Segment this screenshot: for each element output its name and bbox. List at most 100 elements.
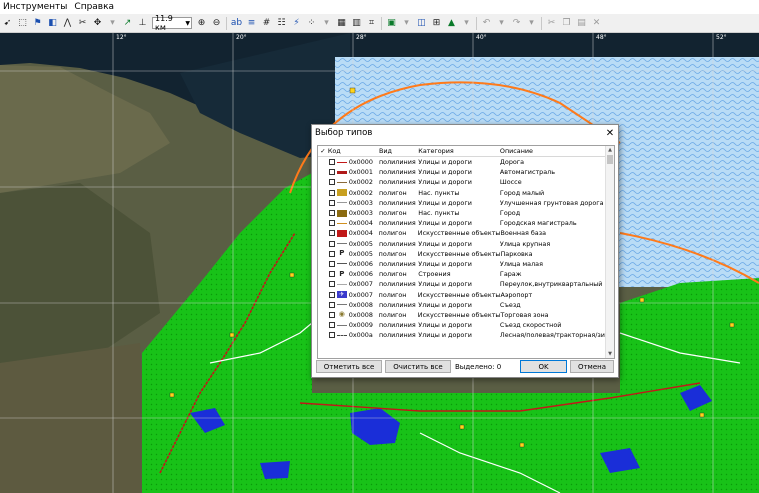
header-vid[interactable]: Вид <box>379 147 418 155</box>
select-arrow-icon[interactable]: ➹ <box>1 17 14 30</box>
list-item[interactable]: 0x0004 полилиния Улицы и дороги Городская м… <box>318 218 614 228</box>
list-item[interactable]: P 0x0006 полигон Строения Гараж <box>318 269 614 279</box>
checkbox[interactable] <box>328 199 335 206</box>
paste-icon[interactable]: ▤ <box>575 17 588 30</box>
menu-help[interactable]: Справка <box>71 2 118 12</box>
checkbox[interactable] <box>328 189 335 196</box>
code-value: 0x0006 <box>348 259 373 268</box>
checkbox[interactable] <box>328 250 335 257</box>
points-icon[interactable]: ⁘ <box>305 17 318 30</box>
header-check-column[interactable]: ✓ <box>318 147 328 155</box>
header-description[interactable]: Описание <box>500 147 614 155</box>
ok-button[interactable]: OK <box>520 360 567 373</box>
list-item[interactable]: 0x0005 полилиния Улицы и дороги Улица крупн… <box>318 239 614 249</box>
list-item[interactable]: 0x0000 полилиния Улицы и дороги Дорога <box>318 157 614 167</box>
checkbox[interactable] <box>328 240 335 247</box>
checkbox[interactable] <box>328 291 335 298</box>
vid-cell: полигон <box>378 310 407 319</box>
zoom-in-icon[interactable]: ⊕ <box>195 17 208 30</box>
list-item[interactable]: 0x0008 полилиния Улицы и дороги Съезд <box>318 300 614 310</box>
header-code[interactable]: Код <box>328 147 379 155</box>
list-item[interactable]: ✈ 0x0007 полигон Искусственные объекты Аэроп… <box>318 289 614 299</box>
grid-icon[interactable]: # <box>260 17 273 30</box>
scrollbar-thumb[interactable] <box>607 155 613 164</box>
close-icon[interactable]: ✕ <box>602 128 618 139</box>
layers-icon[interactable]: ☷ <box>275 17 288 30</box>
edit-nodes-icon[interactable]: ✂ <box>76 17 89 30</box>
move-icon[interactable]: ✥ <box>91 17 104 30</box>
types-list[interactable]: ✓ Код Вид Категория Описание 0x0000 полил… <box>317 145 615 359</box>
category-cell: Нас. пункты <box>418 188 460 197</box>
map-objects-icon[interactable]: ⌗ <box>365 17 378 30</box>
roads-icon[interactable]: ⚡ <box>290 17 303 30</box>
dropdown-chevron-icon-3[interactable]: ▾ <box>400 17 413 30</box>
select-all-button[interactable]: Отметить все <box>316 360 382 373</box>
list-item[interactable]: P 0x0005 полигон Искусственные объекты Парко… <box>318 249 614 259</box>
list-item[interactable]: 0x0003 полигон Нас. пункты Город <box>318 208 614 218</box>
labels-icon[interactable]: ab <box>230 17 243 30</box>
polyline-icon[interactable]: ⋀ <box>61 17 74 30</box>
list-item[interactable]: 0x0007 полилиния Улицы и дороги Переулок,вн… <box>318 279 614 289</box>
image-settings-icon[interactable]: ◫ <box>415 17 428 30</box>
list-item[interactable]: 0x0001 полилиния Улицы и дороги Автомагистр… <box>318 167 614 177</box>
scroll-up-icon[interactable]: ▲ <box>606 147 614 153</box>
polygons-icon[interactable]: ▦ <box>335 17 348 30</box>
list-item[interactable]: ◉ 0x0008 полигон Искусственные объекты Торго… <box>318 310 614 320</box>
checkbox[interactable] <box>328 230 335 237</box>
measure-icon[interactable]: ↗ <box>121 17 134 30</box>
cut-icon[interactable]: ✂ <box>545 17 558 30</box>
filter-icon[interactable]: ▥ <box>350 17 363 30</box>
text-icon[interactable]: ≡ <box>245 17 258 30</box>
code-cell: P 0x0006 <box>328 270 379 278</box>
waypoints-icon[interactable]: ⊞ <box>430 17 443 30</box>
vid-cell: полилиния <box>378 300 416 309</box>
copy-icon[interactable]: ❐ <box>560 17 573 30</box>
list-item[interactable]: 0x000a полилиния Улицы и дороги Лесная/поле… <box>318 330 614 340</box>
header-category[interactable]: Категория <box>418 147 500 155</box>
checkbox[interactable] <box>328 332 335 339</box>
list-item[interactable]: 0x0002 полилиния Улицы и дороги Шоссе <box>318 177 614 187</box>
ruler-icon[interactable]: ⊥ <box>136 17 149 30</box>
category-cell: Улицы и дороги <box>418 198 472 207</box>
checkbox[interactable] <box>328 220 335 227</box>
scroll-down-icon[interactable]: ▼ <box>606 351 614 357</box>
checkbox[interactable] <box>328 322 335 329</box>
checkbox[interactable] <box>328 271 335 278</box>
delete-icon[interactable]: ✕ <box>590 17 603 30</box>
checkbox[interactable] <box>328 301 335 308</box>
checkbox[interactable] <box>328 210 335 217</box>
list-item[interactable]: 0x0002 полигон Нас. пункты Город малый <box>318 188 614 198</box>
background-image-icon[interactable]: ▣ <box>385 17 398 30</box>
list-scrollbar[interactable]: ▲ ▼ <box>605 146 614 358</box>
redo-dropdown-icon[interactable]: ▾ <box>525 17 538 30</box>
code-cell: 0x0003 <box>328 199 379 207</box>
add-point-icon[interactable]: ⚑ <box>31 17 44 30</box>
redo-icon[interactable]: ↷ <box>510 17 523 30</box>
menu-tools[interactable]: Инструменты <box>0 2 71 12</box>
list-item[interactable]: 0x0003 полилиния Улицы и дороги Улучшенная … <box>318 198 614 208</box>
checkbox[interactable] <box>328 169 335 176</box>
list-item[interactable]: 0x0009 полилиния Улицы и дороги Съезд скоро… <box>318 320 614 330</box>
type-symbol-icon <box>336 243 347 245</box>
clear-all-button[interactable]: Очистить все <box>385 360 451 373</box>
add-object-icon[interactable]: ◧ <box>46 17 59 30</box>
code-value: 0x0004 <box>348 229 373 238</box>
checkbox[interactable] <box>328 260 335 267</box>
checkbox[interactable] <box>328 159 335 166</box>
checkbox[interactable] <box>328 311 335 318</box>
zoom-select[interactable]: 11.9 км ▼ <box>152 14 192 32</box>
undo-dropdown-icon[interactable]: ▾ <box>495 17 508 30</box>
category-cell: Искусственные объекты <box>417 310 501 319</box>
zoom-out-icon[interactable]: ⊖ <box>210 17 223 30</box>
checkbox[interactable] <box>328 281 335 288</box>
undo-icon[interactable]: ↶ <box>480 17 493 30</box>
dropdown-chevron-icon[interactable]: ▾ <box>106 17 119 30</box>
select-area-icon[interactable]: ⬚ <box>16 17 29 30</box>
dropdown-chevron-icon-4[interactable]: ▾ <box>460 17 473 30</box>
tracks-icon[interactable]: ▲ <box>445 17 458 30</box>
list-item[interactable]: 0x0004 полигон Искусственные объекты Военна… <box>318 228 614 238</box>
dropdown-chevron-icon-2[interactable]: ▾ <box>320 17 333 30</box>
checkbox[interactable] <box>328 179 335 186</box>
list-item[interactable]: 0x0006 полилиния Улицы и дороги Улица малая <box>318 259 614 269</box>
cancel-button[interactable]: Отмена <box>570 360 614 373</box>
